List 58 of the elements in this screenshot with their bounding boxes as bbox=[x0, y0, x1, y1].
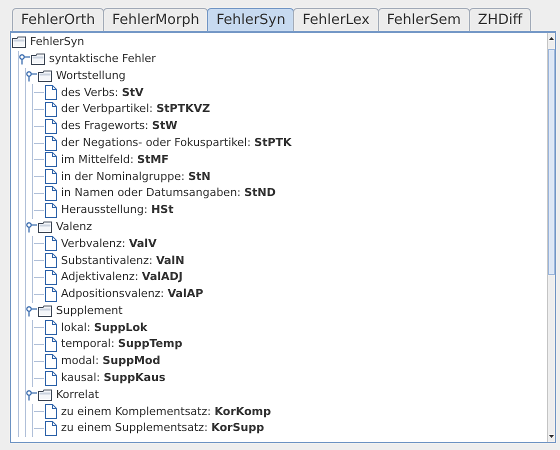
folder-icon bbox=[38, 221, 52, 234]
document-icon bbox=[45, 404, 57, 420]
tree-item-label[interactable]: lokal: SuppLok bbox=[61, 320, 148, 336]
folder-label[interactable]: Supplement bbox=[56, 302, 123, 320]
folder-icon bbox=[31, 53, 45, 66]
collapse-handle-icon[interactable] bbox=[26, 306, 37, 317]
document-icon bbox=[45, 85, 57, 100]
folder-icon bbox=[38, 70, 52, 82]
tree-item-label[interactable]: zu einem Komplementsatz: KorKomp bbox=[61, 404, 272, 420]
folder-label[interactable]: FehlerSyn bbox=[30, 34, 84, 51]
document-icon bbox=[45, 169, 57, 184]
collapse-handle-icon[interactable] bbox=[26, 70, 37, 82]
document-icon bbox=[45, 102, 57, 118]
document-icon bbox=[45, 270, 57, 286]
tree-item-label[interactable]: Adpositionsvalenz: ValAP bbox=[61, 286, 204, 303]
scrollbar-thumb[interactable] bbox=[548, 49, 555, 275]
tab[interactable]: ZHDiff bbox=[468, 8, 532, 31]
tree-item-label[interactable]: Herausstellung: HSt bbox=[61, 202, 174, 219]
tree-item-label[interactable]: zu einem Supplementsatz: KorSupp bbox=[61, 420, 264, 437]
tab[interactable]: FehlerSyn bbox=[207, 8, 294, 31]
collapse-handle-icon[interactable] bbox=[19, 54, 30, 65]
folder-label[interactable]: Valenz bbox=[56, 218, 92, 236]
tree-item-label[interactable]: im Mittelfeld: StMF bbox=[61, 152, 169, 168]
document-icon bbox=[45, 186, 57, 202]
tab[interactable]: FehlerLex bbox=[293, 8, 379, 31]
tree-item-label[interactable]: kausal: SuppKaus bbox=[61, 370, 166, 387]
folder-icon bbox=[38, 305, 52, 318]
scrollbar[interactable] bbox=[547, 33, 555, 442]
document-icon bbox=[45, 236, 57, 252]
document-icon bbox=[45, 152, 57, 168]
folder-icon bbox=[38, 389, 52, 402]
document-icon bbox=[45, 337, 57, 352]
document-icon bbox=[45, 354, 57, 370]
collapse-handle-icon[interactable] bbox=[26, 390, 37, 401]
tree-item-label[interactable]: temporal: SuppTemp bbox=[61, 336, 182, 353]
tree-item-label[interactable]: Adjektivalenz: ValADJ bbox=[61, 269, 183, 286]
tree-item-label[interactable]: des Verbs: StV bbox=[61, 84, 144, 102]
tree-item-label[interactable]: Substantivalenz: ValN bbox=[61, 252, 184, 269]
tab[interactable]: FehlerOrth bbox=[12, 8, 104, 31]
folder-label[interactable]: Korrelat bbox=[56, 386, 99, 404]
folder-label[interactable]: Wortstellung bbox=[56, 68, 126, 84]
document-icon bbox=[45, 370, 57, 386]
tree-item-label[interactable]: der Negations- oder Fokuspartikel: StPTK bbox=[61, 134, 292, 152]
document-icon bbox=[45, 286, 57, 302]
document-icon bbox=[45, 421, 57, 436]
collapse-handle-icon[interactable] bbox=[26, 222, 37, 233]
tree-item-label[interactable]: der Verbpartikel: StPTKVZ bbox=[61, 101, 210, 118]
document-icon bbox=[45, 253, 57, 268]
document-icon bbox=[45, 202, 57, 218]
tree-item-label[interactable]: in Namen oder Datumsangaben: StND bbox=[61, 185, 276, 202]
tree-item-label[interactable]: modal: SuppMod bbox=[61, 353, 160, 370]
folder-label[interactable]: syntaktische Fehler bbox=[49, 50, 156, 68]
tree-item-label[interactable]: Verbvalenz: ValV bbox=[61, 236, 157, 252]
document-icon bbox=[45, 320, 57, 336]
document-icon bbox=[45, 118, 57, 134]
tree-item-label[interactable]: in der Nominalgruppe: StN bbox=[61, 168, 211, 186]
tree-item-label[interactable]: des Frageworts: StW bbox=[61, 118, 178, 135]
document-icon bbox=[45, 136, 57, 151]
